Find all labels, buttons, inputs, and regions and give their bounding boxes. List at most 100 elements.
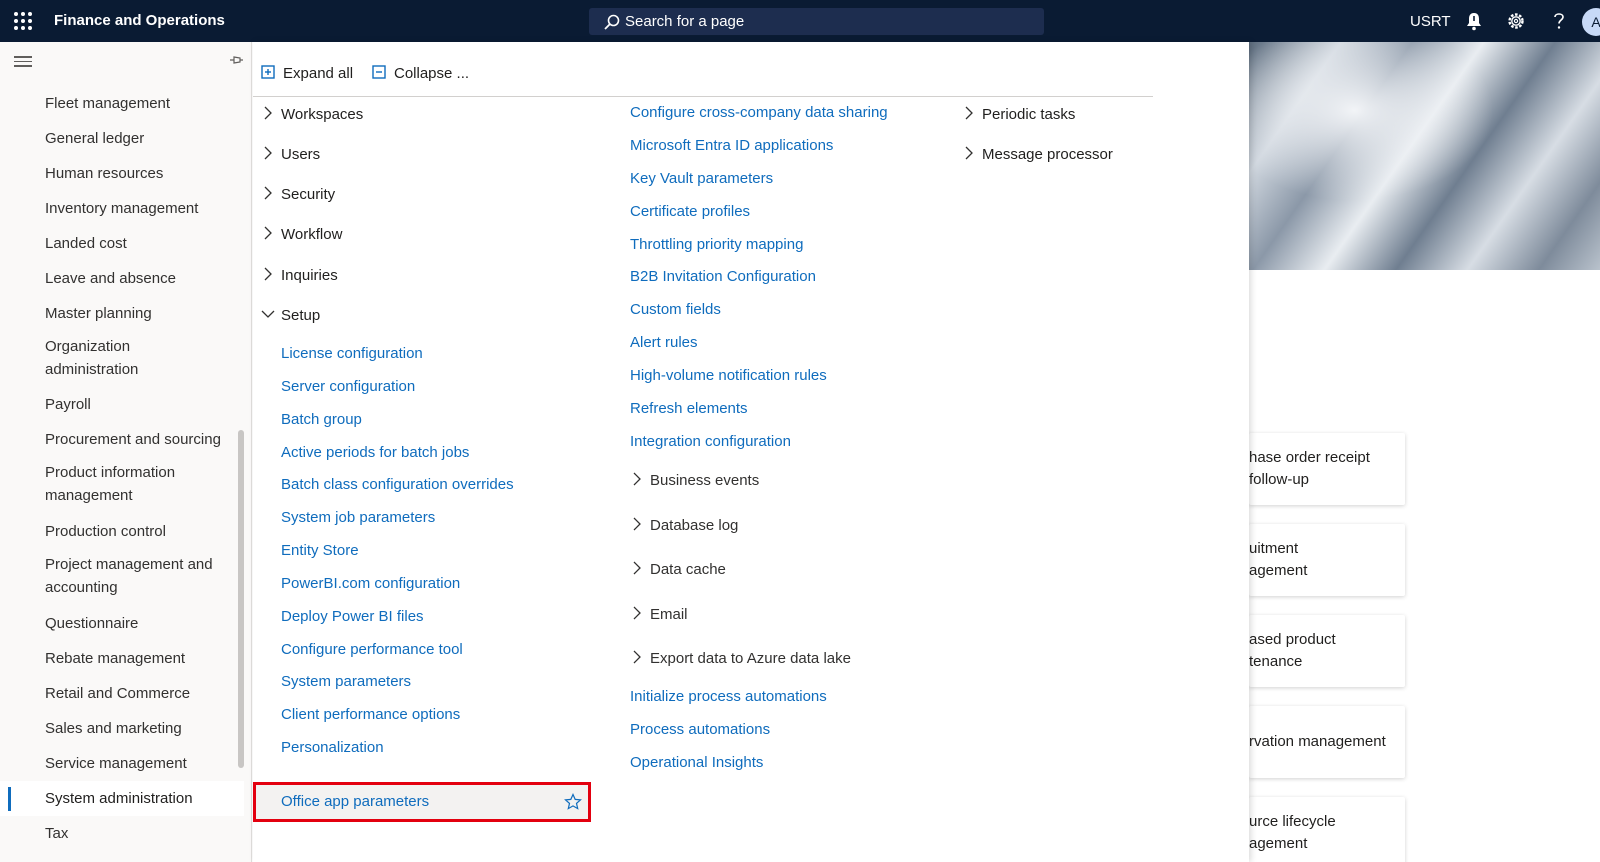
nav-module-fleet-management[interactable]: Fleet management (0, 86, 244, 121)
nav-module-organization-administration[interactable]: Organization administration (0, 331, 200, 387)
nav-module-production-control[interactable]: Production control (0, 514, 244, 549)
link-active-periods-batch-jobs[interactable]: Active periods for batch jobs (281, 444, 469, 461)
group-setup[interactable]: Setup (261, 307, 320, 324)
nav-module-landed-cost[interactable]: Landed cost (0, 226, 244, 261)
expand-all-label: Expand all (283, 65, 354, 82)
group-workspaces[interactable]: Workspaces (261, 106, 363, 123)
company-picker[interactable]: USRT (1410, 13, 1451, 30)
search-input[interactable]: Search for a page (589, 8, 1044, 35)
workspace-tile[interactable]: uitment agement (1249, 524, 1405, 596)
navigation-pane: Fleet management General ledger Human re… (0, 42, 252, 862)
collapse-all-icon (372, 65, 386, 79)
tile-label: hase order receipt follow-up (1249, 449, 1370, 488)
app-launcher-icon[interactable] (14, 12, 32, 30)
link-configure-performance-tool[interactable]: Configure performance tool (281, 641, 463, 658)
nav-module-master-planning[interactable]: Master planning (0, 296, 244, 331)
nav-module-human-resources[interactable]: Human resources (0, 156, 244, 191)
group-periodic-tasks[interactable]: Periodic tasks (962, 106, 1075, 123)
link-license-configuration[interactable]: License configuration (281, 345, 423, 362)
group-workflow[interactable]: Workflow (261, 226, 342, 243)
link-system-job-parameters[interactable]: System job parameters (281, 509, 435, 526)
expand-all-button[interactable]: Expand all (261, 65, 353, 82)
nav-module-system-administration[interactable]: System administration (0, 781, 244, 816)
pin-icon[interactable] (228, 52, 244, 68)
highlighted-menu-item[interactable]: Office app parameters (253, 782, 591, 822)
tile-label: uitment agement (1249, 540, 1308, 579)
subgroup-data-cache[interactable]: Data cache (630, 561, 726, 578)
nav-module-retail-and-commerce[interactable]: Retail and Commerce (0, 676, 244, 711)
group-inquiries[interactable]: Inquiries (261, 267, 338, 284)
nav-module-leave-and-absence[interactable]: Leave and absence (0, 261, 244, 296)
subgroup-export-data-azure-data-lake[interactable]: Export data to Azure data lake (630, 650, 851, 667)
tile-label: rvation management (1249, 733, 1386, 750)
nav-module-label: System administration (45, 790, 193, 807)
nav-module-payroll[interactable]: Payroll (0, 387, 244, 422)
nav-module-product-information-management[interactable]: Product information management (0, 457, 200, 514)
workspace-tile[interactable]: rvation management (1249, 706, 1405, 778)
link-process-automations[interactable]: Process automations (630, 721, 770, 738)
search-icon (604, 14, 620, 30)
settings-gear-icon[interactable] (1505, 10, 1527, 32)
notification-bell-icon[interactable] (1463, 10, 1485, 32)
nav-module-general-ledger[interactable]: General ledger (0, 121, 244, 156)
link-server-configuration[interactable]: Server configuration (281, 378, 415, 395)
collapse-button[interactable]: Collapse ... (372, 65, 469, 82)
nav-module-questionnaire[interactable]: Questionnaire (0, 606, 244, 641)
app-title[interactable]: Finance and Operations (54, 12, 225, 29)
nav-module-sales-and-marketing[interactable]: Sales and marketing (0, 711, 244, 746)
chevron-right-icon (633, 517, 641, 531)
help-icon[interactable] (1548, 10, 1570, 32)
group-label: Users (281, 146, 321, 163)
nav-module-inventory-management[interactable]: Inventory management (0, 191, 244, 226)
group-security[interactable]: Security (261, 186, 335, 203)
link-powerbi-configuration[interactable]: PowerBI.com configuration (281, 575, 460, 592)
nav-module-project-management-and-accounting[interactable]: Project management and accounting (0, 549, 236, 606)
link-client-performance-options[interactable]: Client performance options (281, 706, 460, 723)
nav-module-service-management[interactable]: Service management (0, 746, 244, 781)
link-b2b-invitation-configuration[interactable]: B2B Invitation Configuration (630, 268, 816, 285)
nav-module-tax[interactable]: Tax (0, 816, 244, 851)
group-label: Workspaces (281, 106, 364, 123)
subgroup-label: Business events (650, 472, 760, 489)
link-personalization[interactable]: Personalization (281, 739, 384, 756)
link-high-volume-notification-rules[interactable]: High-volume notification rules (630, 367, 827, 384)
link-office-app-parameters[interactable]: Office app parameters (281, 793, 429, 810)
subgroup-database-log[interactable]: Database log (630, 517, 738, 534)
top-app-bar: Finance and Operations Search for a page… (0, 0, 1600, 42)
workspace-tile[interactable]: ased product tenance (1249, 615, 1405, 687)
link-throttling-priority-mapping[interactable]: Throttling priority mapping (630, 236, 803, 253)
menu-toggle-icon[interactable] (14, 56, 32, 68)
chevron-right-icon (965, 146, 973, 160)
chevron-right-icon (633, 561, 641, 575)
workspace-tile[interactable]: hase order receipt follow-up (1249, 433, 1405, 505)
module-menu-flyout: Expand all Collapse ... Workspaces Users… (253, 42, 1249, 862)
link-system-parameters[interactable]: System parameters (281, 673, 411, 690)
favorite-star-icon[interactable] (564, 793, 582, 811)
group-message-processor[interactable]: Message processor (962, 146, 1113, 163)
search-placeholder: Search for a page (625, 13, 745, 30)
user-avatar[interactable]: A (1582, 8, 1600, 36)
link-initialize-process-automations[interactable]: Initialize process automations (630, 688, 827, 705)
link-deploy-power-bi-files[interactable]: Deploy Power BI files (281, 608, 424, 625)
link-entity-store[interactable]: Entity Store (281, 542, 359, 559)
link-entra-id-applications[interactable]: Microsoft Entra ID applications (630, 137, 833, 154)
subgroup-business-events[interactable]: Business events (630, 472, 759, 489)
link-custom-fields[interactable]: Custom fields (630, 301, 721, 318)
workspace-tile[interactable]: urce lifecycle agement (1249, 797, 1405, 862)
subgroup-label: Data cache (650, 561, 726, 578)
link-refresh-elements[interactable]: Refresh elements (630, 400, 748, 417)
link-integration-configuration[interactable]: Integration configuration (630, 433, 791, 450)
link-batch-class-overrides[interactable]: Batch class configuration overrides (281, 476, 514, 493)
group-users[interactable]: Users (261, 146, 320, 163)
link-cross-company-data-sharing[interactable]: Configure cross-company data sharing (630, 104, 888, 121)
subgroup-email[interactable]: Email (630, 606, 688, 623)
nav-module-rebate-management[interactable]: Rebate management (0, 641, 244, 676)
link-alert-rules[interactable]: Alert rules (630, 334, 698, 351)
link-certificate-profiles[interactable]: Certificate profiles (630, 203, 750, 220)
link-operational-insights[interactable]: Operational Insights (630, 754, 763, 771)
link-key-vault-parameters[interactable]: Key Vault parameters (630, 170, 773, 187)
nav-scrollbar[interactable] (238, 430, 244, 768)
link-batch-group[interactable]: Batch group (281, 411, 362, 428)
nav-module-procurement-and-sourcing[interactable]: Procurement and sourcing (0, 422, 244, 457)
module-list: Fleet management General ledger Human re… (0, 86, 244, 851)
